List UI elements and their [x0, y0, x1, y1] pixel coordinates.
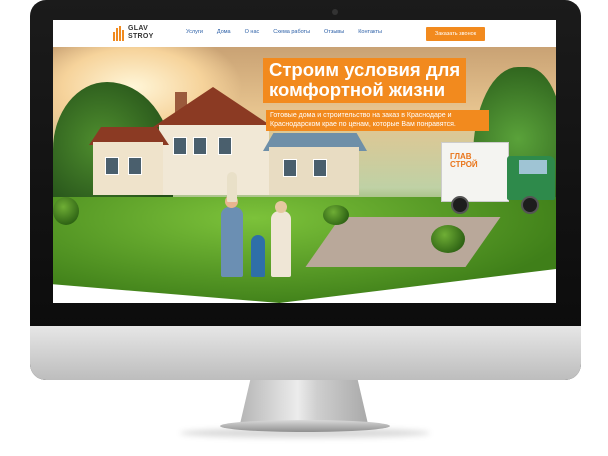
- nav-item-about[interactable]: О нас: [245, 29, 260, 35]
- person-father: [221, 207, 243, 277]
- monitor-chin: [30, 326, 581, 380]
- person-boy: [251, 235, 265, 277]
- window: [218, 137, 232, 155]
- person-child-shoulders: [227, 172, 237, 202]
- truck-window: [519, 160, 547, 174]
- delivery-truck: ГЛАВ СТРОЙ: [441, 142, 556, 222]
- nav-item-reviews[interactable]: Отзывы: [324, 29, 344, 35]
- nav-item-services[interactable]: Услуги: [186, 29, 203, 35]
- building-logo-icon: [113, 25, 125, 41]
- order-call-button[interactable]: Заказать звонок: [426, 27, 485, 41]
- headline-line-1: Строим условия для: [269, 59, 461, 80]
- nav-item-houses[interactable]: Дома: [217, 29, 231, 35]
- nav-item-contacts[interactable]: Контакты: [358, 29, 382, 35]
- nav-item-workflow[interactable]: Схема работы: [273, 29, 310, 35]
- logo-line-1: GLAV: [128, 25, 149, 32]
- window: [105, 157, 119, 175]
- bush: [323, 205, 349, 225]
- bush: [431, 225, 465, 253]
- window: [193, 137, 207, 155]
- hero-subline: Готовые дома и строительство на заказ в …: [266, 110, 489, 131]
- monitor-stand: [240, 380, 368, 424]
- logo-text: GLAV STROY: [128, 25, 154, 41]
- main-nav: Услуги Дома О нас Схема работы Отзывы Ко…: [186, 29, 382, 35]
- window: [128, 157, 142, 175]
- roof-main: [153, 87, 273, 127]
- truck-logo-line-2: СТРОЙ: [450, 160, 478, 169]
- wheel: [451, 196, 469, 214]
- monitor-base: [220, 420, 390, 432]
- site-logo[interactable]: GLAV STROY: [113, 25, 154, 41]
- headline-line-2: комфортной жизни: [269, 79, 446, 100]
- hero-headline: Строим условия для комфортной жизни: [263, 58, 467, 103]
- person-head: [275, 201, 287, 213]
- person-mother: [271, 211, 291, 277]
- screen: GLAV STROY Услуги Дома О нас Схема работ…: [53, 20, 556, 303]
- truck-box: ГЛАВ СТРОЙ: [441, 142, 509, 202]
- family-illustration: [213, 167, 323, 277]
- camera-icon: [332, 9, 338, 15]
- site-header: GLAV STROY Услуги Дома О нас Схема работ…: [53, 20, 556, 47]
- hero-banner: ГЛАВ СТРОЙ Строим условия для комфортной…: [53, 47, 556, 303]
- bush: [53, 197, 79, 225]
- truck-logo: ГЛАВ СТРОЙ: [450, 153, 478, 169]
- wheel: [521, 196, 539, 214]
- window: [173, 137, 187, 155]
- logo-line-2: STROY: [128, 33, 154, 40]
